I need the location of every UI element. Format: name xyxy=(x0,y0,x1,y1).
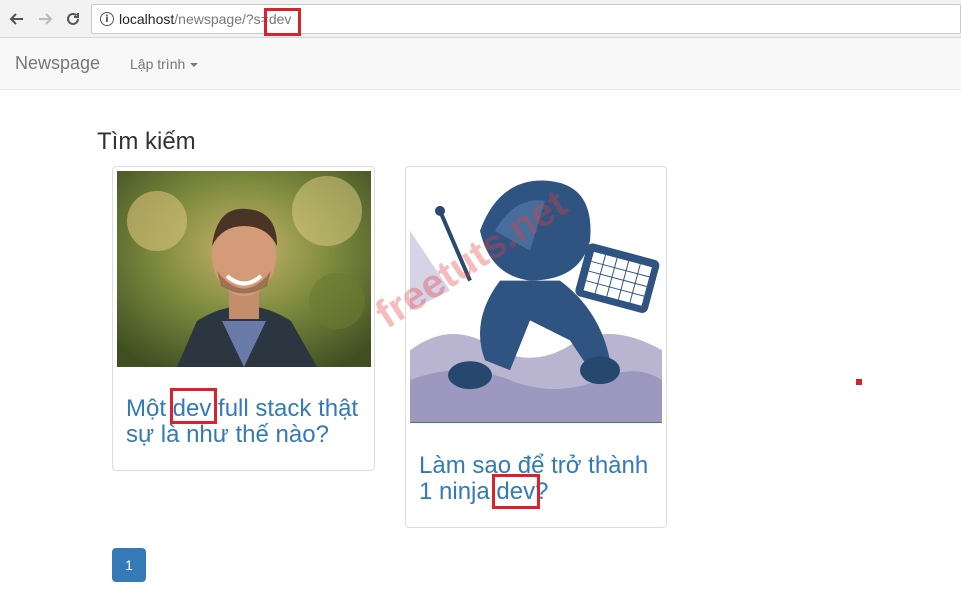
result-title-link[interactable]: Làm sao để trở thành 1 ninja dev? xyxy=(419,453,664,505)
url-host: localhost xyxy=(119,11,175,27)
back-arrow-icon[interactable] xyxy=(6,8,28,30)
caret-down-icon xyxy=(190,63,199,67)
result-title-link[interactable]: Một dev full stack thật sự là như thế nà… xyxy=(126,396,371,448)
search-result-card[interactable]: Một dev full stack thật sự là như thế nà… xyxy=(112,166,375,471)
site-navbar: Newspage Lập trình xyxy=(0,38,961,90)
category-dropdown[interactable]: Lập trình xyxy=(130,56,199,72)
search-term-highlight-box xyxy=(264,8,301,36)
reload-icon[interactable] xyxy=(62,8,84,30)
address-bar[interactable]: i localhost/newspage/?s=dev xyxy=(91,4,961,34)
search-term-highlight-box xyxy=(492,474,540,509)
site-brand[interactable]: Newspage xyxy=(15,53,100,74)
browser-toolbar: i localhost/newspage/?s=dev xyxy=(0,0,961,38)
pagination: 1 xyxy=(112,548,146,582)
page-title: Tìm kiếm xyxy=(97,128,196,155)
smiling-man-photo[interactable] xyxy=(117,171,371,367)
page-button-current[interactable]: 1 xyxy=(112,548,146,582)
annotation-dot xyxy=(856,379,862,385)
search-term-highlight-box xyxy=(170,388,217,424)
dropdown-label: Lập trình xyxy=(130,56,186,72)
info-icon[interactable]: i xyxy=(100,12,114,26)
forward-arrow-icon[interactable] xyxy=(34,8,56,30)
